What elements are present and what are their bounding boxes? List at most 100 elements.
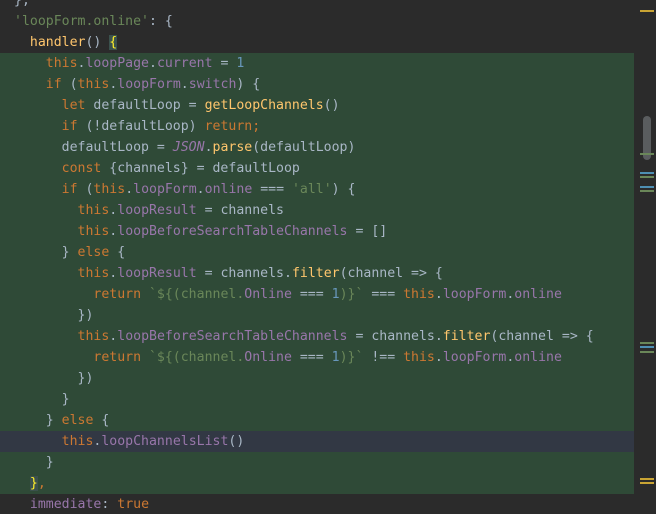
scrollbar-marker[interactable]	[640, 176, 654, 178]
code-token: =	[212, 56, 237, 71]
code-line[interactable]: } else {	[0, 242, 634, 263]
code-token: .	[125, 182, 134, 197]
code-token: : {	[148, 14, 173, 29]
code-token: (channel => {	[339, 266, 443, 281]
code-token: )}`	[339, 287, 364, 302]
code-line[interactable]: if (!defaultLoop) return;	[0, 116, 634, 137]
code-token: ===	[363, 287, 404, 302]
code-token: else	[77, 245, 110, 260]
code-line[interactable]: this.loopResult = channels.filter(channe…	[0, 263, 634, 284]
code-token: ) {	[236, 77, 261, 92]
scrollbar-marker[interactable]	[640, 351, 654, 353]
code-line[interactable]: },	[0, 0, 634, 11]
code-line[interactable]: 'loopForm.online': {	[0, 11, 634, 32]
code-token: handler	[29, 35, 86, 50]
code-token: defaultLoop =	[85, 98, 205, 113]
code-token: online	[204, 182, 253, 197]
code-token: }	[14, 455, 54, 470]
code-line[interactable]: })	[0, 368, 634, 389]
code-token: }	[29, 476, 38, 491]
scrollbar-marker[interactable]	[640, 190, 654, 192]
code-line[interactable]: this.loopResult = channels	[0, 200, 634, 221]
code-token: {channels} = defaultLoop	[101, 161, 300, 176]
code-token: })	[14, 371, 94, 386]
code-token: else	[61, 413, 94, 428]
code-token: this	[403, 350, 435, 365]
code-token: .	[434, 287, 443, 302]
code-token: loopForm	[442, 287, 507, 302]
code-token: if	[61, 119, 78, 134]
code-token: }	[14, 413, 62, 428]
code-line[interactable]: this.loopBeforeSearchTableChannels = cha…	[0, 326, 634, 347]
code-token: loopResult	[117, 266, 197, 281]
scrollbar-marker[interactable]	[640, 10, 654, 12]
code-line[interactable]: const {channels} = defaultLoop	[0, 158, 634, 179]
code-token: defaultLoop =	[14, 140, 173, 155]
code-line[interactable]: return `${(channel.Online === 1)}` === t…	[0, 284, 634, 305]
code-token: = channels	[196, 203, 284, 218]
code-line[interactable]: this.loopBeforeSearchTableChannels = []	[0, 221, 634, 242]
code-token: (	[77, 182, 94, 197]
code-line[interactable]: this.loopChannelsList()	[0, 431, 634, 452]
code-line[interactable]: immediate: true	[0, 494, 634, 514]
code-token: ()	[85, 35, 110, 50]
scrollbar-marker[interactable]	[640, 482, 654, 484]
scrollbar-marker[interactable]	[640, 346, 654, 348]
code-token: parse	[212, 140, 253, 155]
code-token: {	[93, 413, 110, 428]
code-token: filter	[291, 266, 340, 281]
code-token: = channels.	[196, 266, 292, 281]
code-token: ()	[323, 98, 340, 113]
code-token: loopForm	[442, 350, 507, 365]
code-token: this	[77, 77, 110, 92]
code-token: .	[196, 182, 205, 197]
code-line[interactable]: if (this.loopForm.online === 'all') {	[0, 179, 634, 200]
scrollbar-marker[interactable]	[640, 186, 654, 188]
scrollbar-marker[interactable]	[640, 153, 654, 155]
scrollbar-track[interactable]	[634, 0, 656, 514]
code-token: .	[180, 77, 189, 92]
code-token: if	[61, 182, 78, 197]
code-line[interactable]: }	[0, 452, 634, 473]
scrollbar-marker[interactable]	[640, 478, 654, 480]
code-token: this	[61, 434, 94, 449]
scrollbar-marker[interactable]	[640, 342, 654, 344]
scrollbar-marker[interactable]	[640, 172, 654, 174]
code-token: .	[149, 56, 157, 71]
code-token: = []	[347, 224, 388, 239]
code-area[interactable]: },'loopForm.online': { handler() { this.…	[0, 0, 634, 514]
code-token: 'loopForm.online'	[14, 14, 149, 29]
code-line[interactable]: defaultLoop = JSON.parse(defaultLoop)	[0, 137, 634, 158]
code-line[interactable]: this.loopPage.current = 1	[0, 53, 634, 74]
code-line[interactable]: if (this.loopForm.switch) {	[0, 74, 634, 95]
code-token: loopBeforeSearchTableChannels	[117, 329, 348, 344]
code-line[interactable]: let defaultLoop = getLoopChannels()	[0, 95, 634, 116]
code-line[interactable]: },	[0, 473, 634, 494]
code-token: const	[61, 161, 102, 176]
code-line[interactable]: }	[0, 389, 634, 410]
code-line[interactable]: } else {	[0, 410, 634, 431]
code-line[interactable]: handler() {	[0, 32, 634, 53]
code-token: immediate	[29, 497, 102, 512]
code-token: .	[434, 350, 443, 365]
code-token: loopForm	[117, 77, 181, 92]
code-line[interactable]: })	[0, 305, 634, 326]
code-token: ) {	[331, 182, 356, 197]
code-line[interactable]: return `${(channel.Online === 1)}` !== t…	[0, 347, 634, 368]
code-token: this	[45, 56, 78, 71]
code-token: current	[156, 56, 213, 71]
code-token: loopChannelsList	[101, 434, 229, 449]
code-editor[interactable]: },'loopForm.online': { handler() { this.…	[0, 0, 656, 514]
code-token: 1	[236, 56, 245, 71]
